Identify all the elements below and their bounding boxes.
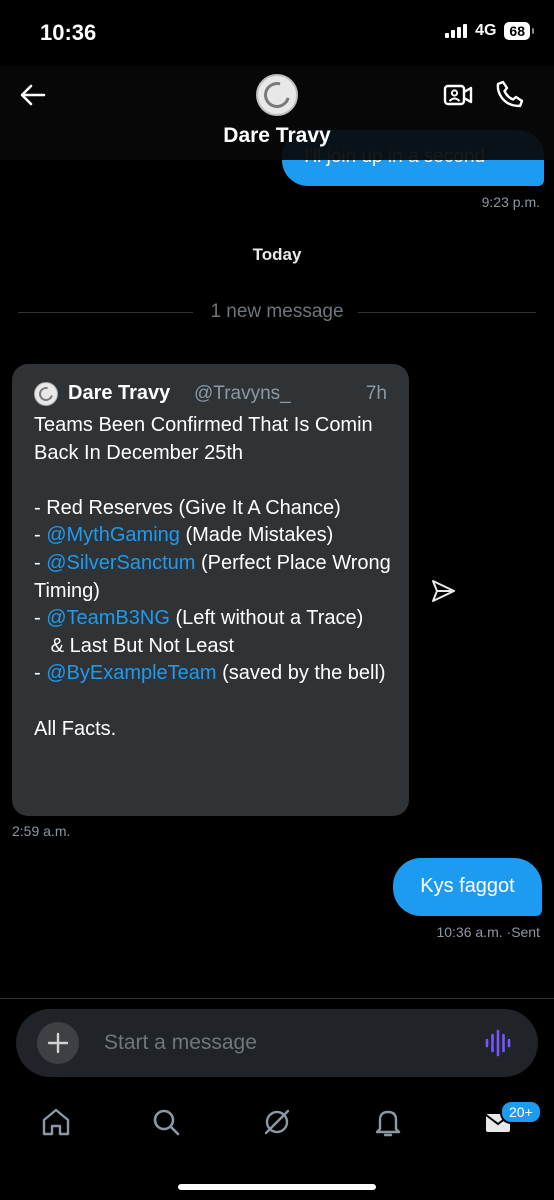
post-text: & Last But Not Least (34, 634, 235, 657)
bell-icon (375, 1110, 401, 1137)
post-text: (Made Mistakes) (179, 524, 334, 547)
day-separator: Today (252, 245, 302, 264)
post-text: (Left without a Trace) (169, 607, 364, 630)
status-time: 10:36 (40, 20, 97, 45)
post-age: 7h (365, 383, 387, 404)
shared-post-time: 2:59 a.m. (12, 823, 71, 839)
network-label: 4G (475, 22, 497, 39)
messages-badge: 20+ (500, 1100, 542, 1124)
sent-message-bubble[interactable]: Kys faggot (393, 858, 542, 916)
post-body: Teams Been Confirmed That Is Comin Back … (34, 414, 391, 740)
post-text: - Red Reserves (Give It A Chance) (34, 496, 341, 519)
tab-home[interactable] (36, 1102, 76, 1142)
mention-link[interactable]: @SilverSanctum (46, 552, 195, 574)
post-text: Teams Been Confirmed That Is Comin Back … (34, 414, 373, 464)
divider-line-right (358, 312, 536, 313)
post-author-avatar (34, 382, 58, 406)
tab-search[interactable] (146, 1102, 186, 1142)
post-author-handle: @Travyns_ (194, 383, 291, 404)
add-attachment-button[interactable] (37, 1022, 79, 1064)
sent-message-time: 10:36 a.m. (436, 924, 503, 940)
previous-message-time: 9:23 p.m. (481, 194, 540, 210)
status-bar: 10:36 4G 68 (0, 0, 554, 66)
battery-icon: 68 (504, 22, 534, 40)
home-indicator (178, 1184, 376, 1190)
home-icon (42, 1108, 70, 1136)
contact-avatar[interactable] (256, 74, 298, 116)
mention-link[interactable]: @MythGaming (46, 524, 180, 546)
tab-notifications[interactable] (368, 1102, 408, 1142)
mention-link[interactable]: @ByExampleTeam (46, 662, 216, 684)
composer-divider (0, 998, 554, 999)
back-arrow-icon[interactable] (18, 80, 48, 110)
post-author-name: Dare Travy (68, 382, 171, 404)
post-text: (saved by the bell) (216, 662, 386, 685)
share-send-icon[interactable] (430, 578, 456, 604)
message-input[interactable] (104, 1029, 464, 1057)
conversation-header: Dare Travy (0, 66, 554, 160)
tab-grok[interactable] (257, 1102, 297, 1142)
sent-message-text: Kys faggot (420, 875, 515, 897)
contact-name[interactable]: Dare Travy (0, 124, 554, 148)
sent-status: Sent (511, 924, 540, 940)
signal-icon (445, 24, 468, 38)
voice-message-icon[interactable] (484, 1029, 514, 1057)
sent-message-meta: 10:36 a.m. ·Sent (436, 924, 540, 940)
avatar-logo-icon (259, 77, 295, 113)
phone-call-icon[interactable] (494, 78, 526, 110)
shared-post-card[interactable]: Dare Travy @Travyns_ 7h Teams Been Confi… (12, 364, 409, 816)
search-icon (153, 1109, 180, 1136)
mention-link[interactable]: @TeamB3NG (46, 607, 170, 629)
new-message-divider: 1 new message (18, 300, 536, 324)
video-call-icon[interactable] (442, 80, 474, 110)
status-indicators: 4G 68 (445, 22, 534, 40)
avatar-logo-icon (36, 384, 56, 404)
grok-icon (264, 1109, 290, 1135)
plus-icon (47, 1032, 69, 1054)
post-text: All Facts. (34, 717, 117, 740)
message-composer (16, 1009, 538, 1077)
